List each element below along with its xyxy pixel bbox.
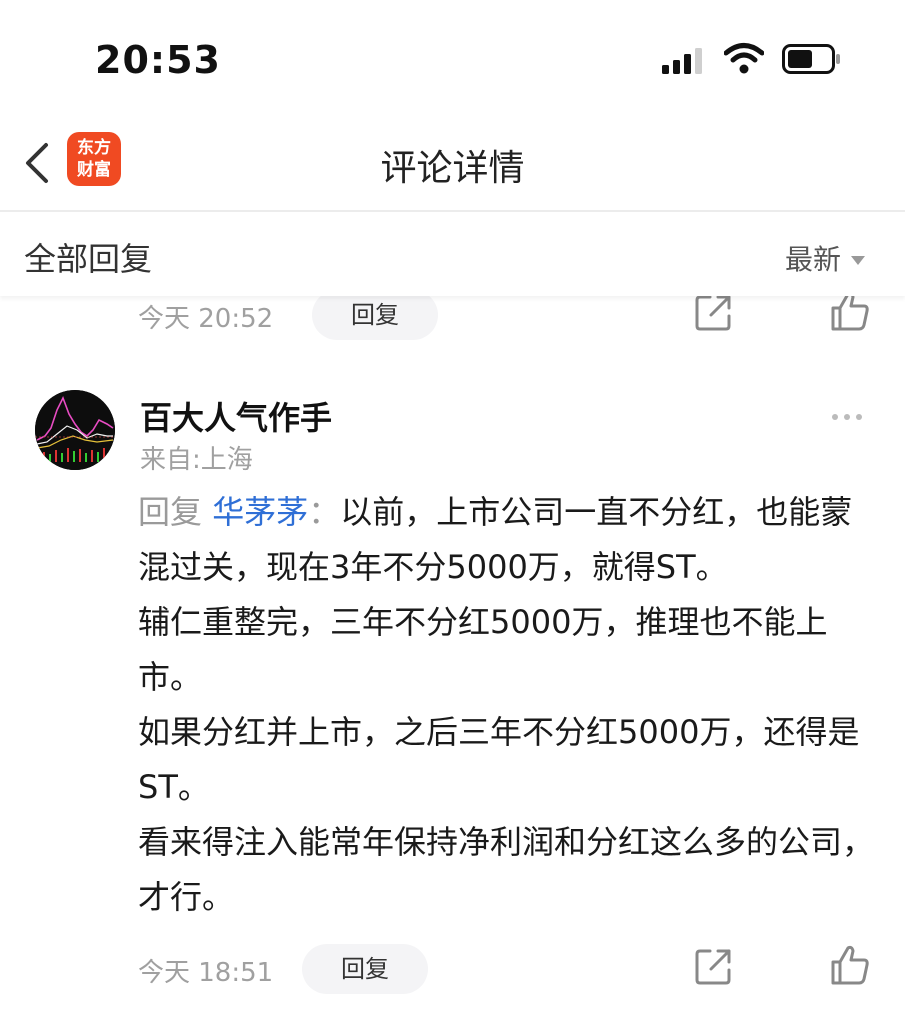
username[interactable]: 百大人气作手 bbox=[140, 393, 332, 439]
section-title: 全部回复 bbox=[24, 240, 153, 278]
wifi-icon bbox=[724, 43, 764, 74]
reply-prefix: 回复 bbox=[138, 493, 203, 531]
avatar[interactable] bbox=[35, 390, 115, 470]
comment-text: 以前，上市公司一直不分红，也能蒙混过关，现在3年不分5000万，就得ST。 辅仁… bbox=[138, 493, 875, 916]
user-location: 来自:上海 bbox=[140, 445, 253, 475]
status-time: 20:53 bbox=[95, 38, 221, 82]
thumbs-up-icon[interactable] bbox=[830, 290, 870, 332]
thumbs-up-icon[interactable] bbox=[830, 944, 870, 986]
reply-button[interactable]: 回复 bbox=[312, 290, 438, 340]
avatar-chart-image bbox=[35, 390, 115, 470]
nav-bar: 东方 财富 评论详情 bbox=[0, 115, 905, 211]
sort-label: 最新 bbox=[784, 243, 841, 276]
sort-dropdown[interactable]: 最新 bbox=[785, 238, 865, 278]
previous-comment-actions: 今天 20:52 回复 bbox=[0, 290, 905, 340]
signal-icon bbox=[662, 48, 702, 74]
share-icon[interactable] bbox=[694, 946, 734, 986]
reply-colon: ： bbox=[308, 493, 341, 531]
page-title: 评论详情 bbox=[380, 148, 525, 189]
reply-button[interactable]: 回复 bbox=[302, 944, 428, 994]
share-icon[interactable] bbox=[694, 292, 734, 332]
battery-icon bbox=[782, 44, 840, 74]
comment-actions: 今天 18:51 回复 bbox=[0, 944, 905, 994]
reply-to-user-link[interactable]: 华茅茅 bbox=[212, 493, 308, 531]
more-options-icon[interactable] bbox=[832, 405, 872, 420]
comment-time: 今天 18:51 bbox=[138, 958, 274, 988]
status-bar: 20:53 bbox=[0, 0, 905, 115]
section-header: 全部回复 最新 bbox=[0, 212, 905, 296]
comment-time: 今天 20:52 bbox=[138, 304, 274, 334]
comment-body: 回复 华茅茅：以前，上市公司一直不分红，也能蒙混过关，现在3年不分5000万，就… bbox=[138, 485, 878, 925]
caret-down-icon bbox=[851, 255, 865, 265]
